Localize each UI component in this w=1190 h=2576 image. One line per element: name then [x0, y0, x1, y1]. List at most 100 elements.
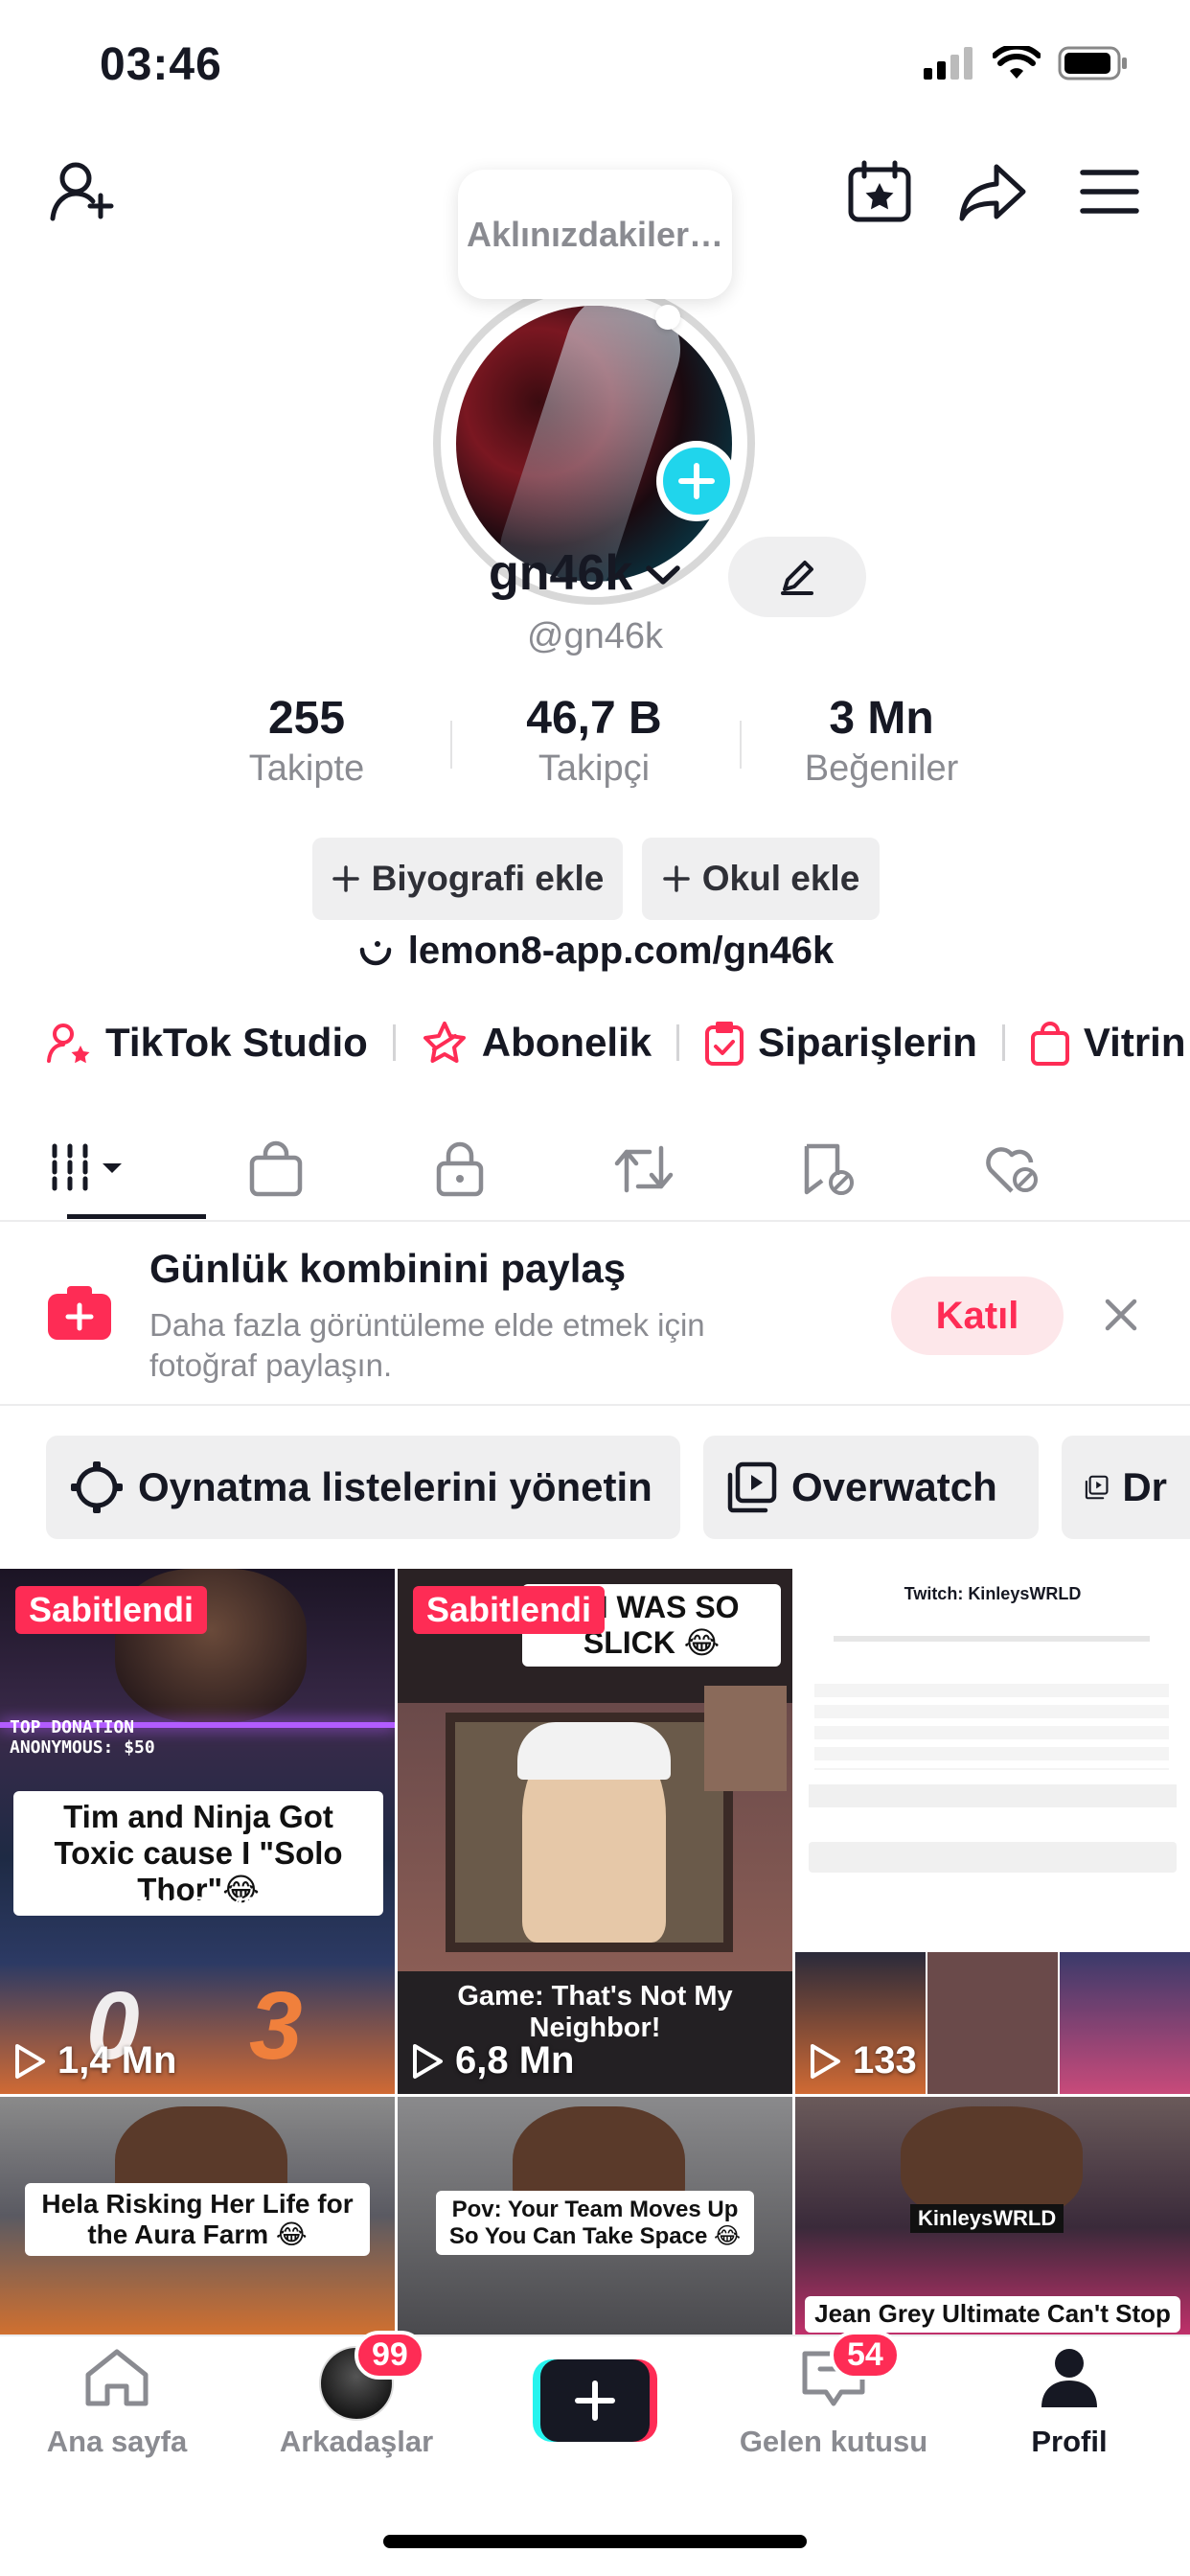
tab-shop[interactable] [184, 1116, 368, 1222]
divider [676, 1024, 680, 1061]
profile-link[interactable]: lemon8-app.com/gn46k [0, 930, 1190, 973]
thumbnail-hat [517, 1722, 671, 1780]
video-thumbnail[interactable]: AN WAS SO SLICK 😂 Game: That's Not My Ne… [398, 1569, 792, 2094]
round-overlay: ROUND 1 COMPLETE [78, 1893, 316, 1919]
playlist-overwatch[interactable]: Overwatch [703, 1436, 1039, 1539]
quick-link-orders[interactable]: Siparişlerin [704, 1020, 977, 1066]
tab-videos[interactable] [0, 1116, 184, 1222]
mini-profile-lines [814, 1684, 1169, 1770]
streamer-banner: KinleysWRLD [910, 2204, 1064, 2233]
username[interactable]: gn46k [489, 544, 632, 602]
add-bio-label: Biyografi ekle [371, 859, 605, 898]
grid-lines-icon [52, 1143, 122, 1195]
shopping-bag-icon [1030, 1022, 1069, 1066]
mini-thumb [927, 1952, 1058, 2094]
video-thumbnail[interactable]: Hela Risking Her Life for the Aura Farm … [0, 2097, 395, 2334]
video-caption: Pov: Your Team Moves Up So You Can Take … [436, 2191, 754, 2256]
stat-value: 3 Mn [829, 693, 934, 744]
profile-link-text: lemon8-app.com/gn46k [407, 930, 835, 972]
view-count: 6,8 Mn [411, 2039, 574, 2082]
stat-following[interactable]: 255 Takipte [163, 692, 450, 790]
edit-profile-button[interactable] [728, 537, 866, 617]
join-button[interactable]: Katıl [891, 1276, 1064, 1355]
pinned-badge: Sabitlendi [15, 1586, 208, 1634]
view-count: 1,4 Mn [13, 2039, 176, 2082]
clipboard-check-icon [705, 1022, 744, 1066]
playlist-icon [727, 1461, 777, 1513]
thought-bubble-tail [655, 305, 680, 330]
share-icon[interactable] [954, 153, 1031, 230]
donation-overlay: TOP DONATION ANONYMOUS: $50 [10, 1717, 155, 1758]
tab-saved[interactable] [736, 1116, 920, 1222]
playlist-dr[interactable]: Dr [1062, 1436, 1190, 1539]
repost-icon [614, 1145, 674, 1193]
tab-active-indicator [67, 1214, 206, 1219]
lock-icon [436, 1141, 484, 1197]
person-star-icon [47, 1024, 90, 1064]
calendar-star-icon[interactable] [841, 153, 918, 230]
stat-value: 255 [267, 693, 346, 744]
quick-link-subscription[interactable]: Abonelik [421, 1020, 652, 1066]
thumbnail-webcam [704, 1686, 787, 1791]
nav-profile-label: Profil [1031, 2425, 1108, 2458]
divider [0, 1220, 1190, 1222]
video-thumbnail[interactable]: KinleysWRLD Jean Grey Ultimate Can't Sto… [795, 2097, 1190, 2334]
chevron-down-icon[interactable] [644, 561, 682, 594]
close-icon[interactable] [1102, 1296, 1140, 1339]
bookmark-hidden-icon [804, 1143, 854, 1195]
add-story-icon[interactable] [656, 441, 737, 521]
menu-icon[interactable] [1071, 153, 1148, 230]
video-thumbnail[interactable]: Twitch: KinleysWRLD 133 [795, 1569, 1190, 2094]
stat-likes[interactable]: 3 Mn Beğeniler [738, 692, 1025, 790]
tab-liked[interactable] [920, 1116, 1104, 1222]
promo-title: Günlük kombinini paylaş [149, 1246, 627, 1291]
video-thumbnail[interactable]: TOP DONATION ANONYMOUS: $50 Tim and Ninj… [0, 1569, 395, 2094]
add-school-label: Okul ekle [701, 859, 860, 898]
promo-description: Daha fazla görüntüleme elde etmek için f… [149, 1307, 705, 1383]
divider [0, 1404, 1190, 1406]
quick-link-label: Abonelik [481, 1020, 652, 1065]
quick-link-label: Siparişlerin [758, 1020, 977, 1065]
person-icon [1041, 2349, 1097, 2407]
status-time: 03:46 [100, 39, 222, 90]
inbox-badge: 54 [830, 2331, 901, 2380]
pinned-badge: Sabitlendi [413, 1586, 606, 1634]
add-school-button[interactable]: Okul ekle [642, 838, 880, 920]
nav-home[interactable] [11, 2346, 222, 2414]
manage-playlists-label: Oynatma listelerini yönetin [138, 1464, 652, 1509]
stat-value: 46,7 B [526, 693, 662, 744]
tab-reposts[interactable] [552, 1116, 736, 1222]
gear-icon [71, 1461, 123, 1513]
video-caption: Hela Risking Her Life for the Aura Farm … [25, 2183, 370, 2257]
view-count-text: 1,4 Mn [57, 2039, 177, 2082]
mini-thumb [1060, 1952, 1190, 2094]
plus-icon [575, 2380, 615, 2421]
manage-playlists-button[interactable]: Oynatma listelerini yönetin [46, 1436, 680, 1539]
stat-followers[interactable]: 46,7 B Takipçi [450, 692, 738, 790]
tab-private[interactable] [368, 1116, 552, 1222]
mini-tabs [809, 1784, 1177, 1807]
status-icons [924, 46, 1129, 80]
cellular-signal-icon [924, 47, 973, 80]
thought-bubble[interactable]: Aklınızdakiler… [458, 170, 732, 299]
plus-icon [662, 865, 690, 892]
quick-link-showcase[interactable]: Vitrin [1030, 1020, 1186, 1066]
add-bio-button[interactable]: Biyografi ekle [312, 838, 623, 920]
playlist-icon [1085, 1475, 1109, 1500]
quick-link-tiktok-studio[interactable]: TikTok Studio [46, 1020, 368, 1066]
create-button[interactable] [533, 2359, 657, 2442]
video-caption: Game: That's Not My Neighbor! [457, 1981, 733, 2043]
nav-home-label: Ana sayfa [46, 2425, 188, 2458]
video-caption-mini: Twitch: KinleysWRLD [904, 1584, 1082, 1603]
add-friend-icon[interactable] [44, 153, 121, 230]
mini-playlists [809, 1842, 1177, 1873]
plus-icon [332, 865, 359, 892]
nav-profile[interactable] [964, 2346, 1175, 2416]
quick-link-label: TikTok Studio [105, 1020, 368, 1065]
video-thumbnail[interactable]: Pov: Your Team Moves Up So You Can Take … [398, 2097, 792, 2334]
view-count-text: 6,8 Mn [455, 2039, 575, 2082]
friends-badge: 99 [355, 2331, 425, 2380]
pencil-icon [781, 561, 813, 595]
lemon8-icon [359, 940, 391, 965]
playlist-label: Overwatch [791, 1464, 997, 1509]
